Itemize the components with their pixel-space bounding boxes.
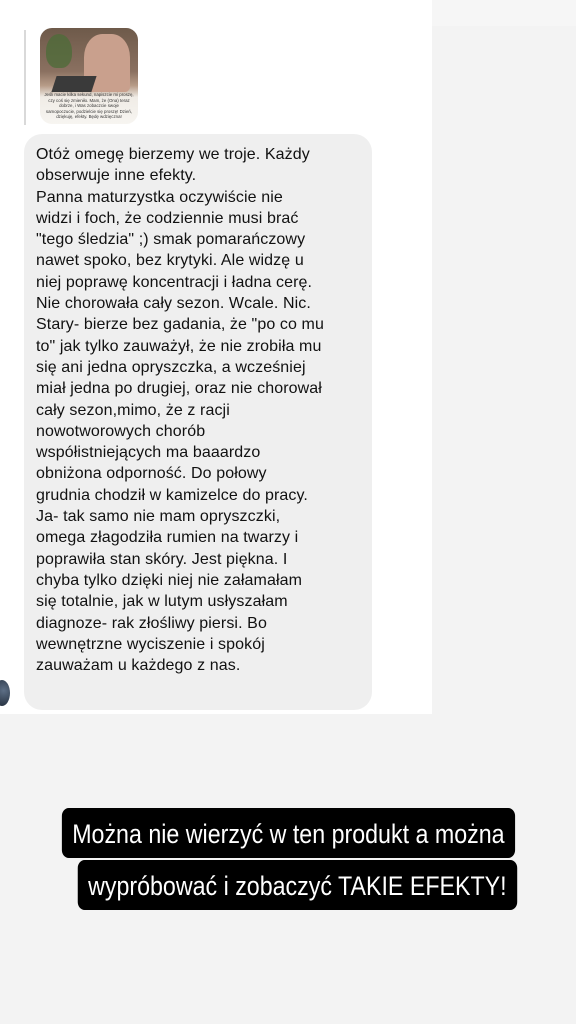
message-text: Otóż omegę bierzemy we troje. Każdy obse… <box>36 146 324 675</box>
quoted-story-thumbnail[interactable]: Jeśli macie kilka sekund, napiszcie mi p… <box>40 28 138 124</box>
plant-image-element <box>46 34 72 68</box>
message-bubble[interactable]: Otóż omegę bierzemy we troje. Każdy obse… <box>24 134 372 710</box>
banner-line-2: wypróbować i zobaczyć TAKIE EFEKTY! <box>42 860 536 910</box>
banner-line-1-text: Można nie wierzyć w ten produkt a można <box>61 808 515 858</box>
banner-line-1: Można nie wierzyć w ten produkt a można <box>20 808 556 858</box>
banner-line-2-text: wypróbować i zobaczyć TAKIE EFEKTY! <box>77 860 517 910</box>
reply-quote-bar <box>24 30 26 125</box>
laptop-image-element <box>51 76 97 92</box>
thumbnail-caption: Jeśli macie kilka sekund, napiszcie mi p… <box>44 92 134 120</box>
